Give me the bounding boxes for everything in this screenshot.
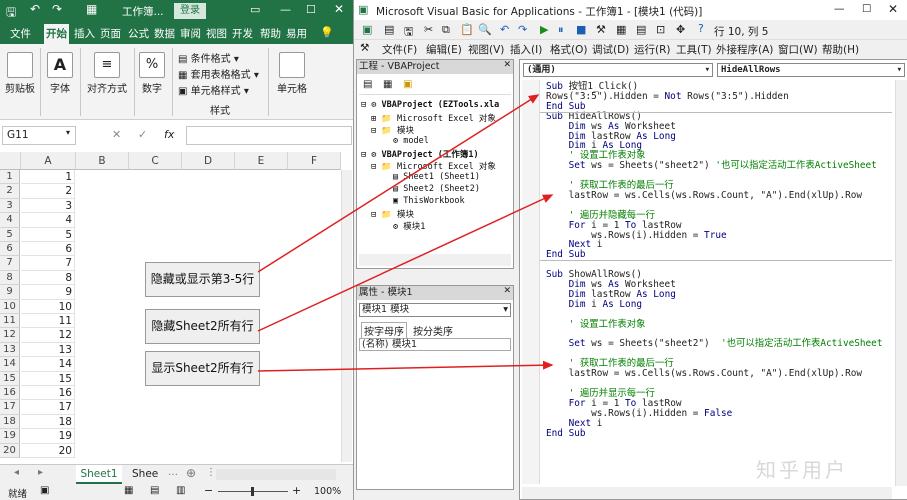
screenshot-root: 🖫 ↶ ↷ ▦ 工作簿... 登录 ▭ — ☐ ✕ 文件 开始 插入 页面 公式… <box>0 0 907 500</box>
annotation-arrows <box>257 94 554 372</box>
arrow-to-button1-click <box>257 94 540 273</box>
arrow-to-hideallrows <box>257 194 554 332</box>
watermark: 知乎用户 <box>756 458 848 482</box>
arrow-to-showallrows <box>257 360 554 372</box>
